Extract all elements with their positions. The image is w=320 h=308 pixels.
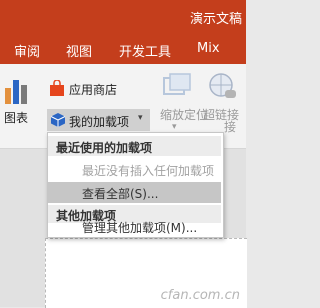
store-button[interactable]: 应用商店 xyxy=(47,78,137,100)
manage-other-addins-item[interactable]: 管理其他加载项(M)... xyxy=(48,216,221,237)
tab-mix[interactable]: Mix xyxy=(197,41,220,56)
chart-label: 图表 xyxy=(4,111,29,125)
manage-other-addins-text: 管理其他加载项(M)... xyxy=(82,221,198,235)
addins-dropdown-menu: 最近使用的加载项 最近没有插入任何加载项 查看全部(S)... 其他加载项 管理… xyxy=(47,132,224,238)
addin-cube-icon xyxy=(50,113,66,127)
ribbon-tabs: 审阅 视图 开发工具 Mix xyxy=(0,34,246,64)
tab-view[interactable]: 视图 xyxy=(66,41,92,60)
my-addins-label: 我的加载项 xyxy=(69,115,130,129)
recent-addins-header: 最近使用的加载项 xyxy=(48,136,221,156)
store-bag-icon xyxy=(50,80,64,96)
window-title: 演示文稿 xyxy=(189,12,242,27)
globe-link-icon xyxy=(209,73,236,98)
view-all-addins-text: 查看全部(S)... xyxy=(82,187,159,201)
zoom-button[interactable]: 缩放定位 ▾ xyxy=(158,70,208,136)
chart-button[interactable]: 图表 xyxy=(2,74,36,126)
dropdown-arrow-icon: ▾ xyxy=(138,113,143,123)
store-label: 应用商店 xyxy=(69,83,118,97)
view-all-addins-item[interactable]: 查看全部(S)... xyxy=(48,182,221,203)
recent-addins-header-text: 最近使用的加载项 xyxy=(56,141,153,155)
ribbon-group-label: 接 xyxy=(224,120,237,134)
tab-developer[interactable]: 开发工具 xyxy=(119,41,171,60)
title-bar: 演示文稿 xyxy=(0,0,246,34)
no-recent-addins-item: 最近没有插入任何加载项 xyxy=(48,159,221,180)
watermark-text: cfan.com.cn xyxy=(160,288,240,303)
hyperlink-button[interactable]: 超链接 xyxy=(201,70,243,122)
my-addins-button[interactable]: 我的加载项 ▾ xyxy=(47,109,150,131)
zoom-arrow-icon: ▾ xyxy=(172,122,177,132)
bar-chart-icon xyxy=(5,80,27,104)
zoom-icon xyxy=(163,73,191,95)
tab-review[interactable]: 审阅 xyxy=(14,41,40,60)
no-recent-addins-text: 最近没有插入任何加载项 xyxy=(82,164,215,178)
